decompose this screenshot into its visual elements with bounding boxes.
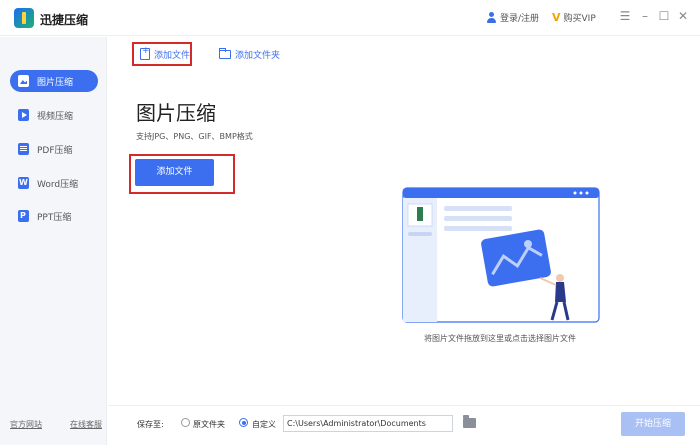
add-folder-icon bbox=[219, 47, 231, 59]
save-path-input[interactable] bbox=[283, 415, 453, 432]
toolbar-add-folder-label: 添加文件夹 bbox=[235, 50, 281, 61]
buy-vip-button[interactable]: V 购买VIP bbox=[552, 11, 596, 24]
save-to-label: 保存至: bbox=[137, 420, 164, 429]
user-icon bbox=[486, 12, 497, 23]
sidebar-item-label: PPT压缩 bbox=[37, 212, 72, 223]
app-window: 迅捷压缩 登录/注册 V 购买VIP ☰ – ☐ ✕ 图片压缩 视频压缩 PDF… bbox=[0, 0, 700, 445]
vip-label: 购买VIP bbox=[563, 14, 596, 24]
toolbar-add-file-label: 添加文件 bbox=[154, 50, 191, 61]
sidebar-item-image[interactable]: 图片压缩 bbox=[10, 70, 98, 92]
app-logo-mini-icon bbox=[417, 207, 423, 221]
drop-hint-text: 将图片文件拖放到这里或点击选择图片文件 bbox=[424, 334, 576, 343]
sidebar-item-label: 图片压缩 bbox=[37, 77, 74, 88]
original-folder-label: 原文件夹 bbox=[193, 420, 225, 429]
radio-original-folder[interactable] bbox=[181, 418, 190, 427]
title-bar: 迅捷压缩 登录/注册 V 购买VIP ☰ – ☐ ✕ bbox=[0, 0, 700, 36]
sidebar-item-word[interactable]: Word压缩 bbox=[10, 172, 98, 194]
sidebar-item-label: Word压缩 bbox=[37, 179, 79, 190]
video-icon bbox=[18, 109, 29, 121]
page-title: 图片压缩 bbox=[136, 101, 216, 125]
drop-zone-illustration[interactable] bbox=[390, 186, 605, 326]
maximize-icon[interactable]: ☐ bbox=[656, 8, 672, 24]
sidebar-item-label: PDF压缩 bbox=[37, 145, 73, 156]
close-icon[interactable]: ✕ bbox=[675, 8, 691, 24]
app-title: 迅捷压缩 bbox=[40, 13, 89, 27]
window-header bbox=[403, 188, 599, 198]
app-logo-icon bbox=[14, 8, 34, 28]
sidebar-item-label: 视频压缩 bbox=[37, 111, 74, 122]
toolbar-add-folder-button[interactable]: 添加文件夹 bbox=[219, 42, 280, 66]
add-file-button[interactable]: 添加文件 bbox=[135, 159, 214, 186]
image-icon bbox=[18, 75, 29, 87]
radio-custom[interactable] bbox=[239, 418, 248, 427]
ppt-icon bbox=[18, 210, 29, 222]
official-site-link[interactable]: 官方网站 bbox=[10, 419, 42, 430]
supported-formats: 支持JPG、PNG、GIF、BMP格式 bbox=[136, 132, 253, 141]
sidebar-item-video[interactable]: 视频压缩 bbox=[10, 104, 98, 126]
custom-label: 自定义 bbox=[252, 420, 276, 429]
word-icon bbox=[18, 177, 29, 189]
sidebar-item-pdf[interactable]: PDF压缩 bbox=[10, 138, 98, 160]
pdf-icon bbox=[18, 143, 29, 155]
sidebar-item-ppt[interactable]: PPT压缩 bbox=[10, 205, 98, 227]
login-label: 登录/注册 bbox=[500, 14, 540, 24]
toolbar-add-file-button[interactable]: 添加文件 bbox=[132, 42, 192, 66]
online-service-link[interactable]: 在线客服 bbox=[70, 419, 102, 430]
sidebar bbox=[0, 37, 107, 445]
start-compress-button[interactable]: 开始压缩 bbox=[621, 412, 685, 436]
menu-icon[interactable]: ☰ bbox=[617, 8, 633, 24]
minimize-icon[interactable]: – bbox=[637, 8, 653, 24]
add-file-icon bbox=[140, 46, 150, 60]
login-button[interactable]: 登录/注册 bbox=[486, 11, 539, 24]
folder-browse-icon[interactable] bbox=[463, 415, 476, 428]
vip-icon: V bbox=[552, 11, 561, 24]
